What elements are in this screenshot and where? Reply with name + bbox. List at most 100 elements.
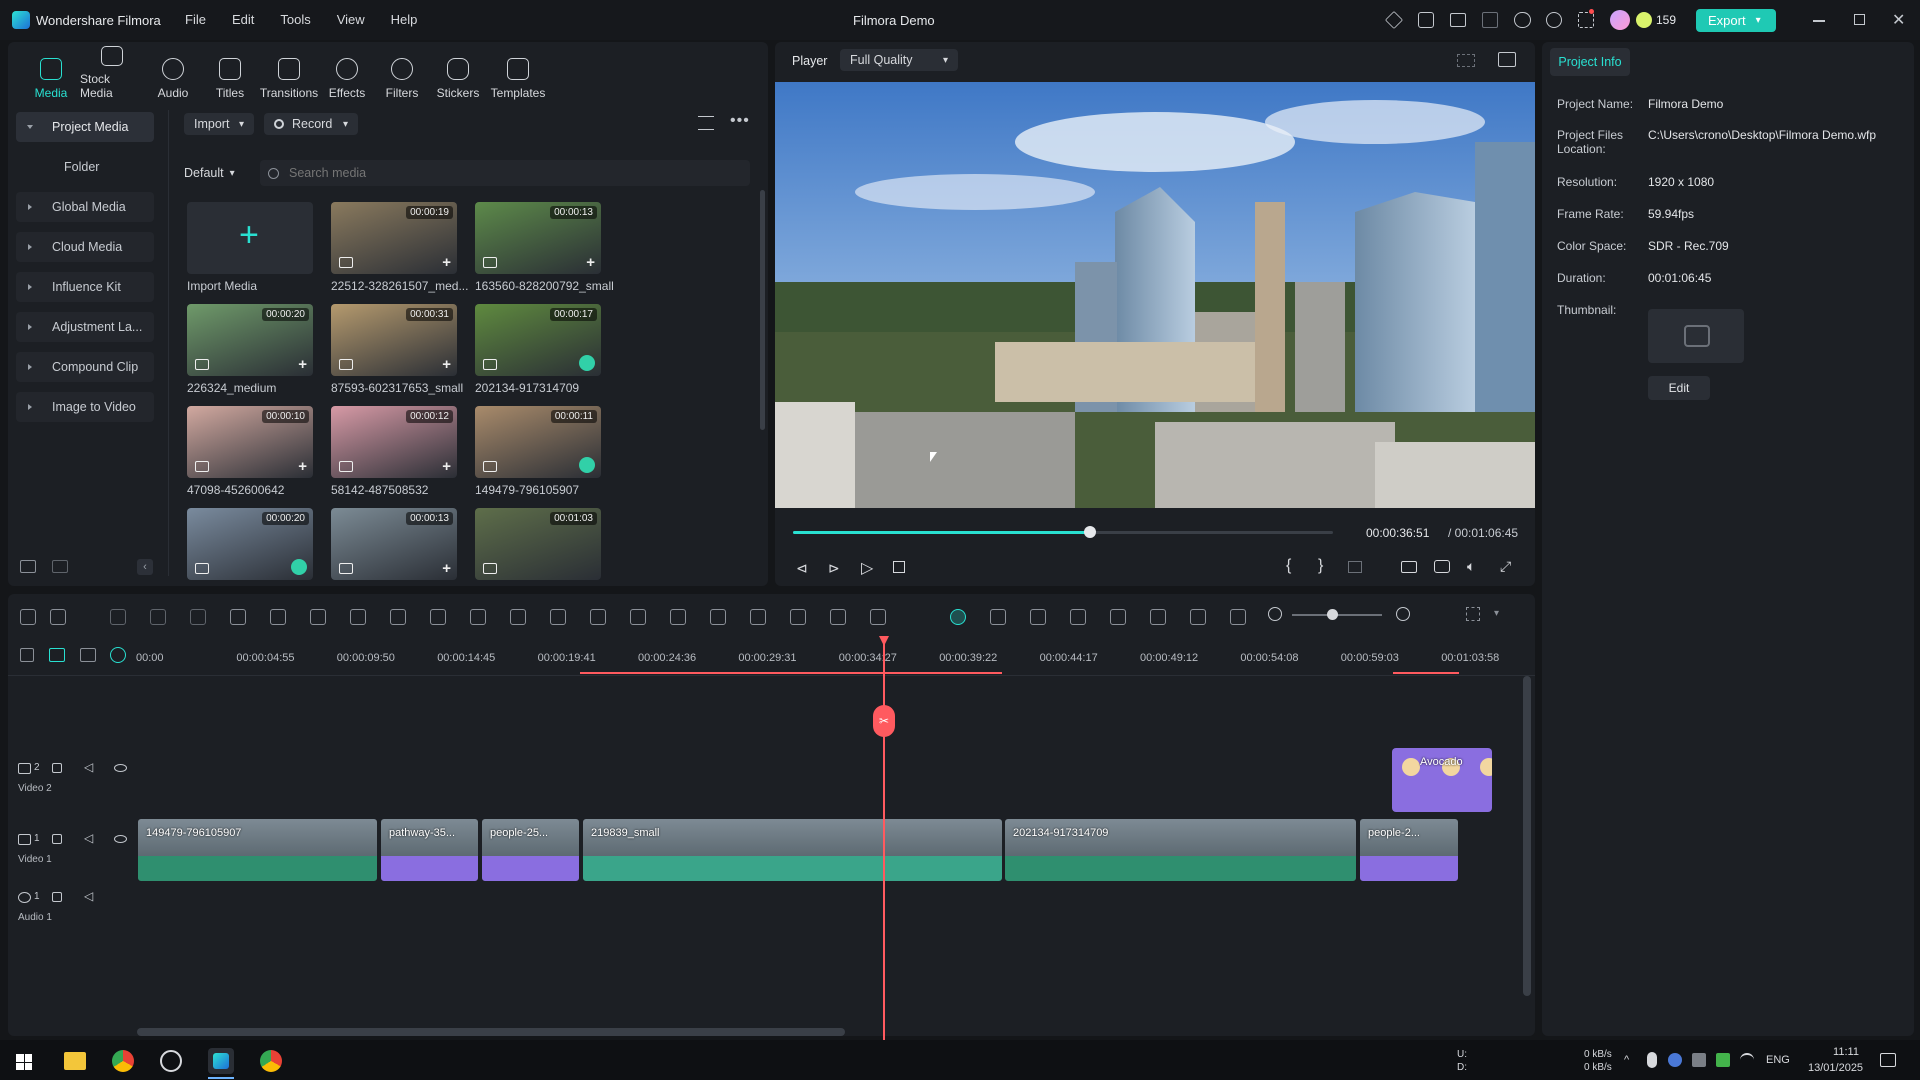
- chrome-icon[interactable]: [260, 1050, 282, 1072]
- close-icon[interactable]: ✕: [1892, 10, 1905, 30]
- timeline-vertical-scrollbar[interactable]: [1523, 676, 1531, 996]
- chevron-down-icon[interactable]: ▾: [1494, 608, 1499, 619]
- visibility-eye-icon[interactable]: [114, 764, 127, 772]
- mute-icon[interactable]: ◁: [84, 889, 93, 903]
- quality-dropdown[interactable]: Full Quality ▾: [840, 49, 958, 71]
- media-thumbnail[interactable]: 00:00:13 +: [475, 202, 601, 274]
- playhead[interactable]: [883, 638, 885, 1040]
- media-thumbnail[interactable]: 00:00:11: [475, 406, 601, 478]
- chrome-icon[interactable]: [112, 1050, 134, 1072]
- tray-app-icon[interactable]: [1716, 1053, 1730, 1067]
- timeline-clip[interactable]: people-2...: [1359, 818, 1459, 882]
- tab-effects[interactable]: Effects: [320, 46, 374, 100]
- playback-progress-bar[interactable]: [793, 526, 1333, 538]
- voiceover-icon[interactable]: [1110, 609, 1126, 625]
- minimize-icon[interactable]: [1813, 20, 1825, 22]
- thumbnail-preview[interactable]: [1648, 309, 1744, 363]
- layout-icon[interactable]: [1466, 607, 1480, 621]
- folder-icon[interactable]: [52, 560, 68, 573]
- ai-effect-icon[interactable]: [830, 609, 846, 625]
- audio-sync-icon[interactable]: [750, 609, 766, 625]
- video-preview[interactable]: [775, 82, 1535, 508]
- adjust-icon[interactable]: [510, 609, 526, 625]
- undo-icon[interactable]: [110, 609, 126, 625]
- mark-in-icon[interactable]: {: [1286, 557, 1291, 575]
- display-icon[interactable]: [1401, 561, 1417, 573]
- sidebar-item-project-media[interactable]: Project Media: [16, 112, 154, 142]
- cloud-icon[interactable]: [1514, 12, 1531, 28]
- add-to-timeline-icon[interactable]: +: [442, 459, 451, 474]
- timeline-clip-video2[interactable]: Avocado: [1392, 748, 1492, 812]
- menu-view[interactable]: View: [337, 12, 365, 27]
- tab-templates[interactable]: Templates: [486, 46, 550, 100]
- sidebar-item-influence-kit[interactable]: Influence Kit: [16, 272, 154, 302]
- tab-filters[interactable]: Filters: [374, 46, 430, 100]
- sidebar-item-cloud-media[interactable]: Cloud Media: [16, 232, 154, 262]
- filmora-taskbar-icon[interactable]: [208, 1048, 234, 1074]
- transform-icon[interactable]: [430, 609, 446, 625]
- media-thumbnail[interactable]: 00:00:13 +: [331, 508, 457, 580]
- playback-scrubber-handle[interactable]: [1084, 526, 1096, 538]
- add-to-timeline-icon[interactable]: +: [298, 459, 307, 474]
- clock-date[interactable]: 13/01/2025: [1808, 1062, 1863, 1074]
- file-explorer-icon[interactable]: [64, 1052, 86, 1070]
- tab-audio[interactable]: Audio: [144, 46, 202, 100]
- stop-icon[interactable]: [893, 561, 905, 573]
- menu-file[interactable]: File: [185, 12, 206, 27]
- render-icon[interactable]: [1030, 609, 1046, 625]
- tab-project-info[interactable]: Project Info: [1550, 48, 1630, 76]
- monitor-icon[interactable]: [1450, 13, 1466, 27]
- search-input[interactable]: [289, 166, 729, 180]
- shield-icon[interactable]: [1070, 609, 1086, 625]
- microphone-icon[interactable]: [1647, 1052, 1657, 1068]
- lock-icon[interactable]: [52, 892, 62, 902]
- more-tools-icon[interactable]: [870, 609, 886, 625]
- avatar[interactable]: [1610, 10, 1630, 30]
- tab-media[interactable]: Media: [22, 46, 80, 100]
- pip-icon[interactable]: [1190, 609, 1206, 625]
- mute-icon[interactable]: ◁: [84, 760, 93, 774]
- timeline-clip[interactable]: 149479-796105907: [137, 818, 378, 882]
- mute-icon[interactable]: ◁: [84, 831, 93, 845]
- subtitles-icon[interactable]: [1150, 609, 1166, 625]
- crop-icon[interactable]: [270, 609, 286, 625]
- record-screen-icon[interactable]: [990, 609, 1006, 625]
- send-icon[interactable]: [1384, 10, 1404, 30]
- previous-frame-icon[interactable]: ⊲: [796, 560, 808, 577]
- stabilize-icon[interactable]: [670, 609, 686, 625]
- media-thumbnail[interactable]: 00:00:31 +: [331, 304, 457, 376]
- layout-grid-icon[interactable]: [20, 609, 36, 625]
- timeline-clip[interactable]: pathway-35...: [380, 818, 479, 882]
- color-icon[interactable]: [350, 609, 366, 625]
- fullscreen-icon[interactable]: ⤢: [1500, 558, 1511, 575]
- edit-thumbnail-button[interactable]: Edit: [1648, 376, 1710, 400]
- add-track-icon[interactable]: [20, 648, 34, 662]
- tab-transitions[interactable]: Transitions: [258, 46, 320, 100]
- menu-help[interactable]: Help: [391, 12, 418, 27]
- timeline-clip[interactable]: people-25...: [481, 818, 580, 882]
- obs-icon[interactable]: [160, 1050, 182, 1072]
- ai-icon[interactable]: [590, 609, 606, 625]
- export-button[interactable]: Export ▾: [1696, 9, 1776, 32]
- tray-app-icon[interactable]: [1668, 1053, 1682, 1067]
- scissors-icon[interactable]: [230, 609, 246, 625]
- add-to-timeline-icon[interactable]: +: [586, 255, 595, 270]
- tab-titles[interactable]: Titles: [202, 46, 258, 100]
- motion-icon[interactable]: [710, 609, 726, 625]
- collapse-sidebar-icon[interactable]: ‹: [137, 559, 153, 575]
- menu-tools[interactable]: Tools: [280, 12, 310, 27]
- new-folder-icon[interactable]: [20, 560, 36, 573]
- sidebar-item-folder[interactable]: Folder: [16, 152, 154, 182]
- zoom-slider-handle[interactable]: [1327, 609, 1338, 620]
- media-thumbnail[interactable]: 00:00:19 +: [331, 202, 457, 274]
- add-to-timeline-icon[interactable]: +: [442, 357, 451, 372]
- more-options-icon[interactable]: •••: [730, 112, 750, 130]
- zoom-in-icon[interactable]: [1396, 607, 1410, 621]
- add-to-timeline-icon[interactable]: +: [442, 255, 451, 270]
- language-indicator[interactable]: ENG: [1766, 1054, 1790, 1066]
- filter-icon[interactable]: [698, 116, 714, 130]
- volume-icon[interactable]: 🔈︎: [1467, 558, 1475, 575]
- snap-icon[interactable]: [110, 647, 126, 663]
- save-icon[interactable]: [1482, 12, 1498, 28]
- lock-icon[interactable]: [52, 763, 62, 773]
